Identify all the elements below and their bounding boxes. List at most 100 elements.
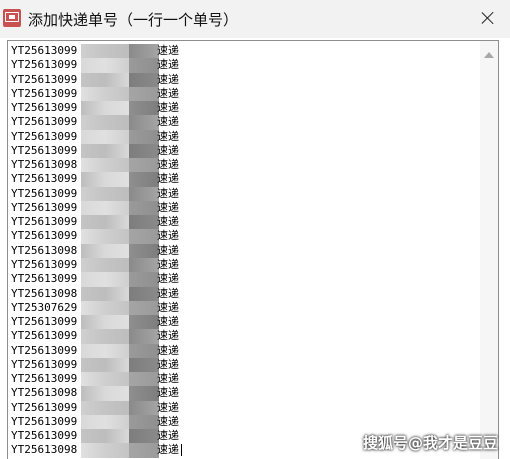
redaction-mask (129, 286, 159, 301)
redaction-mask (129, 215, 159, 230)
tracking-number-prefix: YT25613099 (11, 429, 78, 443)
redaction-mask (81, 443, 129, 458)
courier-suffix: 速递 (157, 257, 179, 271)
tracking-number-prefix: YT25613099 (11, 372, 78, 386)
redaction-mask (81, 372, 129, 387)
redaction-mask (81, 257, 129, 273)
tracking-number-prefix: YT25613099 (11, 257, 78, 271)
redaction-mask (129, 101, 159, 116)
courier-suffix: 速递 (157, 243, 179, 257)
redaction-mask (81, 200, 129, 216)
redaction-mask (81, 58, 129, 73)
redaction-mask (129, 172, 159, 187)
window-title: 添加快递单号（一行一个单号） (28, 11, 239, 29)
tracking-number-prefix: YT25613099 (11, 101, 78, 115)
redaction-mask (81, 343, 129, 358)
tracking-number-prefix: YT25613098 (11, 243, 78, 257)
redaction-mask (129, 186, 159, 201)
tracking-number-prefix: YT25613099 (11, 343, 78, 357)
tracking-number-prefix: YT25613099 (11, 86, 78, 100)
redaction-mask (81, 101, 129, 116)
tracking-number-prefix: YT25613099 (11, 129, 78, 143)
courier-suffix: 速递 (157, 200, 179, 214)
tracking-number-prefix: YT25613099 (11, 186, 78, 200)
redaction-mask (129, 44, 159, 59)
courier-suffix: 速递 (157, 44, 179, 57)
redaction-mask (81, 86, 129, 102)
tracking-number-prefix: YT25307629 (11, 300, 78, 314)
courier-suffix: 速递 (157, 101, 179, 115)
tracking-number-prefix: YT25613099 (11, 315, 78, 329)
watermark: 搜狐号@我才是豆豆 (363, 434, 499, 452)
tracking-number-prefix: YT25613099 (11, 272, 78, 286)
redaction-mask (129, 143, 159, 159)
redaction-mask (81, 272, 129, 287)
redaction-mask (129, 257, 159, 273)
redaction-mask (81, 386, 129, 401)
redaction-mask (129, 86, 159, 102)
courier-suffix: 速递 (157, 372, 179, 386)
redaction-mask (81, 158, 129, 173)
redaction-mask (129, 58, 159, 73)
tracking-number-prefix: YT25613099 (11, 229, 78, 243)
redaction-mask (129, 386, 159, 401)
tracking-number-textarea[interactable]: YT25613099 速递 YT25613099 速递 YT25613099 速递 YT25… (7, 40, 499, 459)
redaction-mask (81, 229, 129, 244)
redaction-mask (129, 414, 159, 430)
title-bar: 添加快递单号（一行一个单号） (0, 0, 510, 38)
redaction-mask (129, 129, 159, 144)
tracking-number-prefix: YT25613099 (11, 414, 78, 428)
redaction-mask (129, 343, 159, 358)
courier-suffix: 速递 (157, 158, 179, 172)
redaction-mask (81, 172, 129, 187)
redaction-mask (129, 357, 159, 373)
text-cursor (181, 444, 182, 457)
redaction-mask (81, 286, 129, 301)
tracking-number-prefix: YT25613099 (11, 172, 78, 186)
tracking-number-prefix: YT25613099 (11, 44, 78, 57)
tracking-number-prefix: YT25613098 (11, 158, 78, 172)
redaction-mask (81, 429, 129, 444)
redaction-mask (129, 315, 159, 330)
redaction-mask (81, 215, 129, 230)
redaction-mask (81, 44, 129, 59)
redaction-mask (81, 129, 129, 144)
courier-suffix: 速递 (157, 386, 179, 400)
redaction-mask (81, 414, 129, 430)
courier-suffix: 速递 (157, 343, 179, 357)
close-icon[interactable] (476, 8, 500, 30)
chevron-up-icon[interactable] (484, 52, 494, 58)
courier-suffix: 速递 (157, 58, 179, 72)
redaction-mask (81, 400, 129, 415)
courier-suffix: 速递 (157, 215, 179, 229)
courier-suffix: 速递 (157, 414, 179, 428)
courier-suffix: 速递 (157, 315, 179, 329)
app-icon (3, 9, 21, 27)
redaction-mask (81, 115, 129, 130)
redaction-mask (81, 186, 129, 201)
courier-suffix: 速递 (157, 357, 179, 371)
tracking-number-prefix: YT25613098 (11, 386, 78, 400)
redaction-mask (129, 158, 159, 173)
courier-suffix: 速递 (157, 329, 179, 343)
redaction-mask (81, 243, 129, 258)
courier-suffix: 速递 (157, 429, 179, 443)
tracking-number-prefix: YT25613099 (11, 357, 78, 371)
redaction-mask (129, 243, 159, 258)
tracking-number-prefix: YT25613099 (11, 143, 78, 157)
redaction-mask (81, 315, 129, 330)
tracking-number-prefix: YT25613099 (11, 200, 78, 214)
courier-suffix: 速递 (157, 272, 179, 286)
redaction-mask (129, 200, 159, 216)
tracking-number-prefix: YT25613099 (11, 115, 78, 129)
redaction-mask (81, 329, 129, 344)
tracking-number-prefix: YT25613099 (11, 215, 78, 229)
redaction-mask (129, 272, 159, 287)
tracking-number-prefix: YT25613098 (11, 443, 78, 457)
vertical-scrollbar[interactable] (480, 41, 498, 459)
courier-suffix: 速递 (157, 229, 179, 243)
redaction-mask (81, 72, 129, 87)
courier-suffix: 速递 (157, 186, 179, 200)
tracking-number-prefix: YT25613099 (11, 58, 78, 72)
courier-suffix: 速递 (157, 143, 179, 157)
